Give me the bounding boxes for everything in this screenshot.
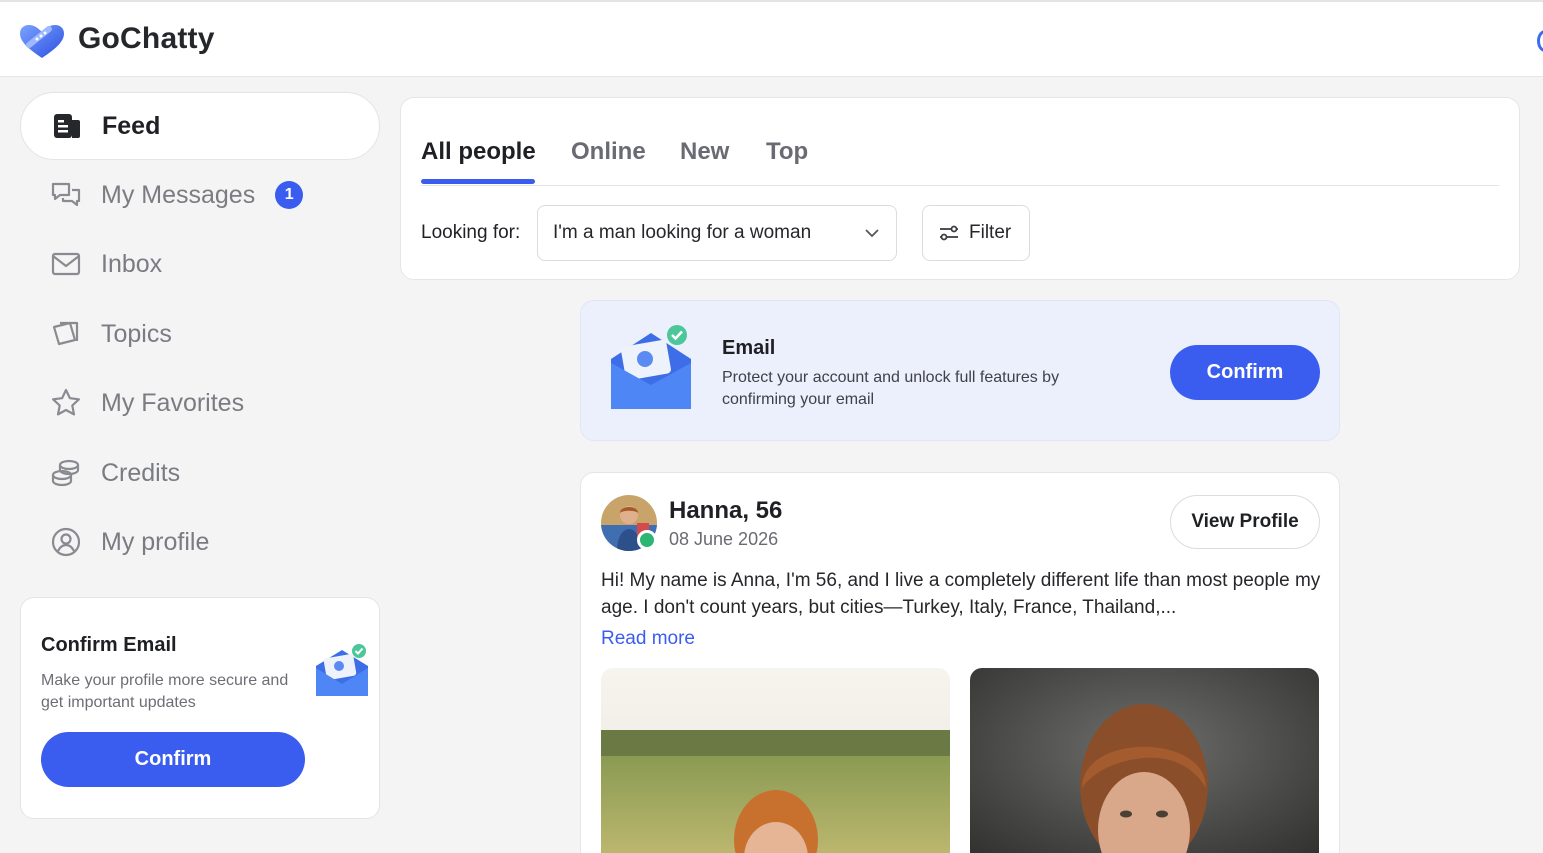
sidebar-item-my-favorites[interactable]: My Favorites xyxy=(20,369,380,437)
envelope-check-icon xyxy=(611,325,691,409)
post-photo-1[interactable] xyxy=(601,668,950,853)
sidebar-item-topics[interactable]: Topics xyxy=(20,300,380,368)
tab-new[interactable]: New xyxy=(680,138,729,166)
inbox-icon xyxy=(51,252,81,276)
sidebar-item-label: My Messages xyxy=(101,180,256,209)
filter-button-label: Filter xyxy=(969,222,1012,243)
email-confirm-button[interactable]: Confirm xyxy=(1170,345,1320,400)
looking-for-label: Looking for: xyxy=(421,222,521,243)
top-header: GoChatty xyxy=(0,0,1543,77)
sidebar-item-my-profile[interactable]: My profile xyxy=(20,508,380,576)
email-banner-title: Email xyxy=(722,337,776,359)
email-confirm-banner: Email Protect your account and unlock fu… xyxy=(580,300,1340,441)
topics-icon xyxy=(52,321,79,346)
sidebar-item-my-messages[interactable]: My Messages 1 xyxy=(20,161,380,229)
unread-count-badge: 1 xyxy=(275,181,304,209)
post-author-name[interactable]: Hanna, 56 xyxy=(669,497,782,525)
coins-icon xyxy=(51,459,80,487)
confirm-email-card: Confirm Email Make your profile more sec… xyxy=(20,597,380,819)
messages-icon xyxy=(51,182,81,207)
filter-button[interactable]: Filter xyxy=(922,205,1030,261)
app-name[interactable]: GoChatty xyxy=(78,22,215,56)
sidebar-confirm-button[interactable]: Confirm xyxy=(41,732,305,787)
confirm-email-description: Make your profile more secure and get im… xyxy=(41,672,289,711)
star-icon xyxy=(52,388,80,416)
post-text: Hi! My name is Anna, I'm 56, and I live … xyxy=(601,570,1321,618)
tab-online[interactable]: Online xyxy=(571,138,646,166)
post-photo-2[interactable] xyxy=(970,668,1319,853)
sidebar-item-label: My profile xyxy=(101,527,210,556)
view-profile-button[interactable]: View Profile xyxy=(1170,495,1320,549)
sliders-icon xyxy=(940,225,958,241)
chevron-down-icon xyxy=(865,229,879,238)
tab-top[interactable]: Top xyxy=(766,138,808,166)
sidebar-item-label: My Favorites xyxy=(101,388,245,417)
sidebar-item-label: Feed xyxy=(102,111,161,140)
envelope-check-icon xyxy=(316,644,368,696)
tab-all-people[interactable]: All people xyxy=(421,138,536,166)
sidebar-item-feed[interactable]: Feed xyxy=(20,92,380,160)
online-status-indicator xyxy=(637,530,657,550)
read-more-link[interactable]: Read more xyxy=(601,628,695,650)
email-banner-description: Protect your account and unlock full fea… xyxy=(722,369,1060,408)
people-tabs: All people Online New Top xyxy=(421,138,1499,186)
filter-panel: All people Online New Top Looking for: I… xyxy=(400,97,1520,280)
confirm-email-title: Confirm Email xyxy=(41,634,177,656)
looking-for-value: I'm a man looking for a woman xyxy=(553,222,812,243)
sidebar-item-label: Credits xyxy=(101,458,181,487)
active-tab-indicator xyxy=(421,179,535,184)
user-avatar-edge[interactable] xyxy=(1537,30,1543,52)
sidebar-item-label: Topics xyxy=(101,319,172,348)
feed-icon xyxy=(54,114,80,138)
profile-icon xyxy=(51,527,81,557)
heart-logo-icon[interactable] xyxy=(19,24,65,60)
looking-for-select[interactable]: I'm a man looking for a woman xyxy=(537,205,897,261)
sidebar-item-credits[interactable]: Credits xyxy=(20,439,380,507)
post-date: 08 June 2026 xyxy=(669,529,779,549)
sidebar-item-label: Inbox xyxy=(101,249,163,278)
feed-post-card: Hanna, 56 08 June 2026 View Profile Hi! … xyxy=(580,472,1340,853)
sidebar-item-inbox[interactable]: Inbox xyxy=(20,230,380,298)
